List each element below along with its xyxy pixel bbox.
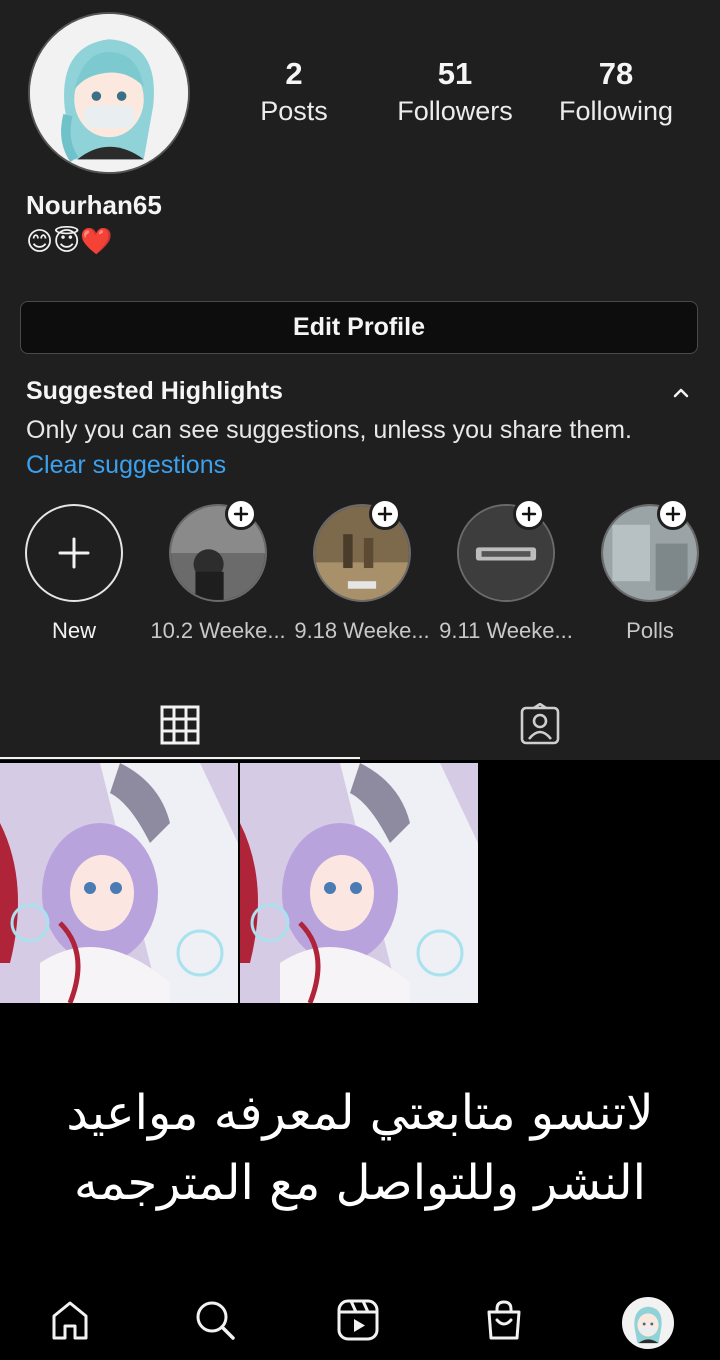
tab-posts-grid[interactable] [0,690,360,760]
profile-username: Nourhan65 [26,190,162,220]
overlay-line-1: لاتنسو متابعتي لمعرفه مواعيد [66,1085,654,1141]
highlight-label: Polls [626,618,674,643]
posts-label: Posts [260,96,328,126]
nav-profile-avatar[interactable] [622,1297,674,1349]
clear-suggestions-link[interactable]: Clear suggestions [26,451,226,480]
tab-tagged[interactable] [360,690,720,760]
nav-home[interactable] [45,1295,95,1345]
profile-avatar[interactable] [28,12,190,174]
stat-following[interactable]: 78 Following [546,56,686,130]
search-icon [196,1301,235,1340]
highlight-label: 10.2 Weeke... [150,618,286,643]
grid-icon [160,705,200,745]
reels-icon [337,1299,379,1341]
profile-bio: 😊😇❤️ [26,227,113,257]
highlight-label: New [51,618,96,643]
stat-posts[interactable]: 2 Posts [224,56,364,130]
overlay-line-2: النشر وللتواصل مع المترجمه [73,1155,647,1211]
overlay-caption: لاتنسو متابعتي لمعرفه مواعيد النشر وللتو… [0,1078,720,1218]
posts-grid [0,763,720,1003]
following-count: 78 [598,56,634,91]
edit-profile-button[interactable]: Edit Profile [20,301,698,354]
add-highlight-icon[interactable] [657,498,689,530]
plus-icon [58,537,90,569]
nav-reels[interactable] [333,1295,383,1345]
followers-count: 51 [437,56,473,91]
following-label: Following [558,96,674,126]
stat-followers[interactable]: 51 Followers [385,56,525,130]
add-highlight-icon[interactable] [369,498,401,530]
active-tab-indicator [0,757,360,759]
avatar-illustration [30,14,188,172]
tagged-icon [520,703,560,745]
followers-label: Followers [397,96,513,126]
avatar-illustration [624,1299,672,1347]
add-highlight-icon[interactable] [513,498,545,530]
profile-tabs [0,690,720,760]
suggested-highlights-title: Suggested Highlights [26,377,283,405]
shop-icon [487,1300,521,1340]
nav-search[interactable] [190,1295,240,1345]
suggested-highlights-description: Only you can see suggestions, unless you… [26,416,632,444]
profile-header: 2 Posts 51 Followers 78 Following Nourha… [0,0,720,760]
highlight-label: 9.18 Weeke... [294,618,430,643]
post-thumbnail[interactable] [0,763,238,1003]
bottom-navigation [0,1285,720,1360]
home-icon [52,1301,88,1340]
post-thumbnail[interactable] [240,763,478,1003]
chevron-up-icon[interactable] [668,382,694,404]
nav-shop[interactable] [479,1295,529,1345]
add-highlight-icon[interactable] [225,498,257,530]
new-highlight-button[interactable] [25,504,123,602]
highlight-label: 9.11 Weeke... [439,618,573,643]
posts-count: 2 [285,56,303,91]
